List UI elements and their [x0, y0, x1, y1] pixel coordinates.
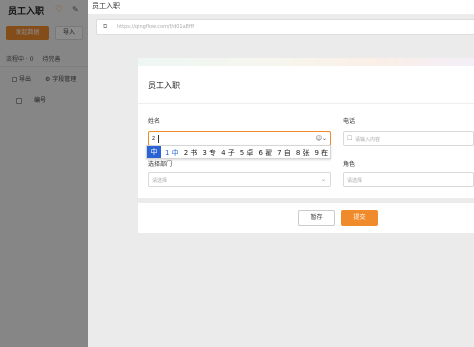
ime-candidate[interactable]: 4 子	[221, 149, 235, 157]
card-banner	[138, 58, 474, 66]
ime-mode-indicator[interactable]: 中	[147, 146, 161, 158]
ime-candidate[interactable]: 6 翟	[258, 149, 272, 157]
drawer-title: 员工入职	[92, 2, 120, 10]
divider	[138, 103, 474, 104]
name-input[interactable]: z ☺⌄	[148, 131, 331, 146]
department-placeholder: 请选择	[152, 178, 168, 184]
submit-button[interactable]: 提交	[341, 210, 378, 226]
department-select[interactable]: 请选择 ⌄	[148, 172, 331, 187]
ime-candidate[interactable]: 1 中	[165, 149, 179, 157]
form-footer: 暂存 提交	[138, 203, 474, 233]
phone-label: 电话	[343, 118, 356, 125]
ime-candidate[interactable]: 7 自	[277, 149, 291, 157]
role-label: 角色	[343, 161, 356, 168]
ime-candidate[interactable]: 2 书	[184, 149, 198, 157]
role-select[interactable]: 请选择	[343, 172, 474, 187]
save-draft-button[interactable]: 暂存	[298, 210, 335, 226]
user-picker-icon[interactable]: ☺⌄	[316, 135, 327, 142]
form-drawer: 员工入职 ⧉ https://qingflow.com/f/d01a8fff 员…	[88, 0, 474, 347]
ime-candidate[interactable]: 3 专	[202, 149, 216, 157]
text-caret	[158, 135, 159, 143]
form-card: 员工入职 姓名 z ☺⌄ 电话 ☐ 请输入内容 选择部门 请选择 ⌄ 角色 请选…	[138, 58, 474, 198]
chevron-down-icon: ⌄	[320, 176, 326, 183]
copy-link-icon[interactable]: ⧉	[103, 23, 107, 31]
phone-icon: ☐	[347, 135, 353, 142]
form-title: 员工入职	[148, 81, 180, 90]
ime-candidate-bar: 中 1 中2 书3 专4 子5 卓6 翟7 自8 张9 在 ⌄	[146, 145, 331, 159]
ime-candidate[interactable]: 8 张	[296, 149, 310, 157]
phone-placeholder: 请输入内容	[355, 137, 381, 143]
drawer-header: 员工入职	[88, 0, 474, 14]
role-placeholder: 请选择	[347, 178, 363, 184]
share-url-bar[interactable]: ⧉ https://qingflow.com/f/d01a8fff	[96, 19, 474, 35]
phone-input[interactable]: ☐ 请输入内容	[343, 131, 474, 146]
ime-candidate-list: 1 中2 书3 专4 子5 卓6 翟7 自8 张9 在	[165, 148, 333, 158]
expand-candidates-icon[interactable]: ⌄	[320, 147, 326, 155]
name-label: 姓名	[148, 118, 161, 125]
name-input-value: z	[152, 135, 156, 142]
ime-candidate[interactable]: 5 卓	[240, 149, 254, 157]
modal-overlay[interactable]	[0, 0, 88, 347]
department-label: 选择部门	[148, 161, 173, 168]
share-url[interactable]: https://qingflow.com/f/d01a8fff	[117, 24, 194, 30]
